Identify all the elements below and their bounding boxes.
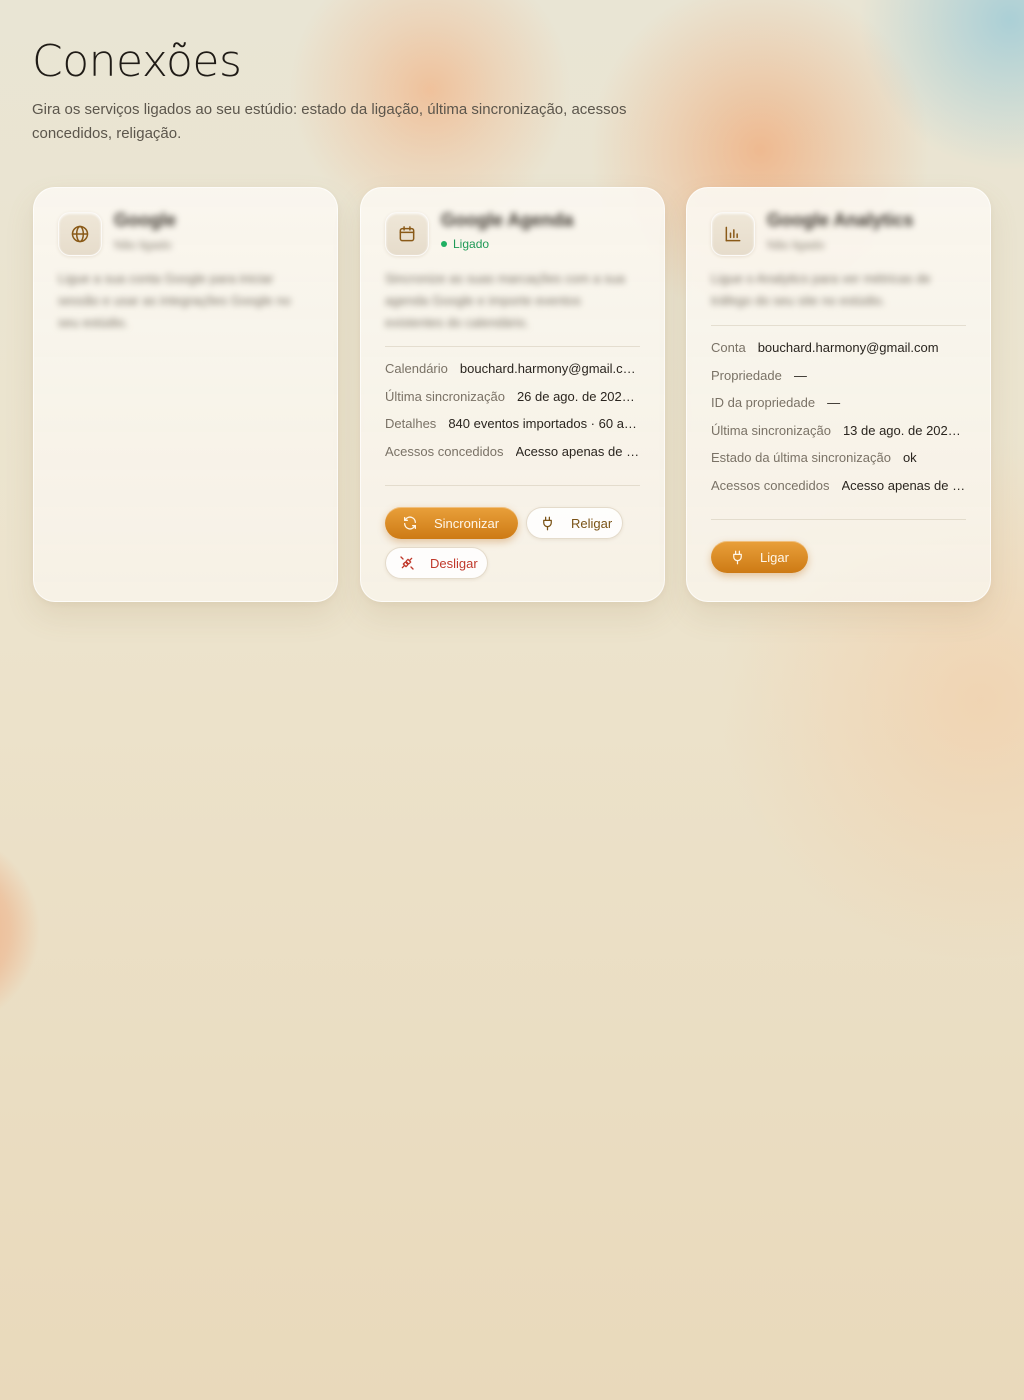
detail-value: —	[793, 367, 807, 383]
detail-value: —	[827, 395, 841, 410]
reconnect-button[interactable]: Religar	[526, 507, 623, 539]
detail-value: 13 de ago. de 2025, 09:15	[842, 422, 966, 438]
connections-page: Conexões Gira os serviços ligados ao seu…	[0, 0, 1024, 1400]
details-list: Conta bouchard.harmony@gmail.com Proprie…	[711, 340, 966, 505]
detail-label: ID da propriedade	[711, 395, 816, 410]
details-list: Calendário bouchard.harmony@gmail.com Úl…	[385, 361, 640, 471]
page-title: Conexões	[32, 36, 242, 87]
service-state: Não ligado	[114, 238, 172, 252]
detail-row-property-id: ID da propriedade —	[711, 395, 966, 423]
detail-label: Calendário	[385, 361, 448, 376]
service-description: Sincronize as suas marcações com a sua a…	[385, 271, 625, 330]
detail-label: Acessos concedidos	[711, 477, 830, 493]
detail-row-details: Detalhes 840 eventos importados · 60 atu…	[385, 416, 640, 444]
detail-row-property: Propriedade —	[711, 368, 966, 396]
detail-label: Propriedade	[711, 367, 782, 383]
connect-button[interactable]: Ligar	[711, 541, 808, 573]
detail-row-granted-access: Acessos concedidos Acesso apenas de leit…	[385, 444, 640, 472]
detail-row-last-sync-state: Estado da última sincronização ok	[711, 450, 966, 478]
divider	[711, 325, 966, 326]
detail-row-granted-access: Acessos concedidos Acesso apenas de leit…	[711, 478, 966, 506]
detail-value: 840 eventos importados · 60 atualizados	[448, 416, 640, 431]
unplug-icon	[400, 556, 414, 570]
service-name: Google	[114, 210, 176, 230]
disconnect-button[interactable]: Desligar	[385, 547, 488, 579]
globe-icon	[58, 212, 102, 256]
detail-label: Detalhes	[385, 416, 437, 431]
service-card-google-analytics: Google Analytics Não ligado Ligue o Anal…	[686, 187, 991, 602]
detail-value: bouchard.harmony@gmail.com	[459, 361, 640, 376]
divider	[385, 346, 640, 347]
disconnect-button-label: Desligar	[430, 555, 478, 571]
detail-value: 26 de ago. de 2025, 10:42	[516, 388, 640, 404]
detail-label: Estado da última sincronização	[711, 450, 891, 465]
detail-label: Conta	[711, 340, 746, 355]
plug-icon	[733, 550, 742, 564]
service-description: Ligue o Analytics para ver métricas de t…	[711, 271, 931, 308]
service-description: Ligue a sua conta Google para iniciar se…	[58, 271, 291, 330]
page-subtitle: Gira os serviços ligados ao seu estúdio:…	[32, 101, 627, 142]
detail-value: Acesso apenas de leitura	[841, 477, 966, 493]
service-card-google-calendar: Google Agenda Ligado Sincronize as suas …	[360, 187, 665, 602]
detail-value: bouchard.harmony@gmail.com	[757, 340, 939, 355]
detail-value: Acesso apenas de leitura e escrita	[515, 443, 640, 459]
divider	[385, 485, 640, 486]
bar-chart-icon	[711, 212, 755, 256]
calendar-icon	[385, 212, 429, 256]
status-badge: Ligado	[441, 237, 489, 251]
divider	[711, 519, 966, 520]
plug-icon	[543, 516, 552, 530]
service-card-google: Google Não ligado Ligue a sua conta Goog…	[33, 187, 338, 602]
detail-value: ok	[902, 450, 917, 465]
detail-row-calendar: Calendário bouchard.harmony@gmail.com	[385, 361, 640, 389]
detail-label: Acessos concedidos	[385, 443, 504, 459]
sync-button-label: Sincronizar	[434, 515, 500, 531]
connect-button-label: Ligar	[760, 549, 789, 565]
detail-row-last-sync: Última sincronização 13 de ago. de 2025,…	[711, 423, 966, 451]
reconnect-button-label: Religar	[571, 515, 613, 531]
service-name: Google Analytics	[767, 210, 914, 230]
service-name: Google Agenda	[441, 210, 574, 230]
detail-label: Última sincronização	[711, 422, 831, 438]
refresh-icon	[404, 516, 416, 530]
status-dot	[441, 241, 447, 247]
detail-row-account: Conta bouchard.harmony@gmail.com	[711, 340, 966, 368]
service-state: Não ligado	[767, 238, 825, 252]
status-label: Ligado	[453, 237, 490, 251]
sync-button[interactable]: Sincronizar	[385, 507, 518, 539]
detail-label: Última sincronização	[385, 388, 505, 404]
detail-row-last-sync: Última sincronização 26 de ago. de 2025,…	[385, 389, 640, 417]
